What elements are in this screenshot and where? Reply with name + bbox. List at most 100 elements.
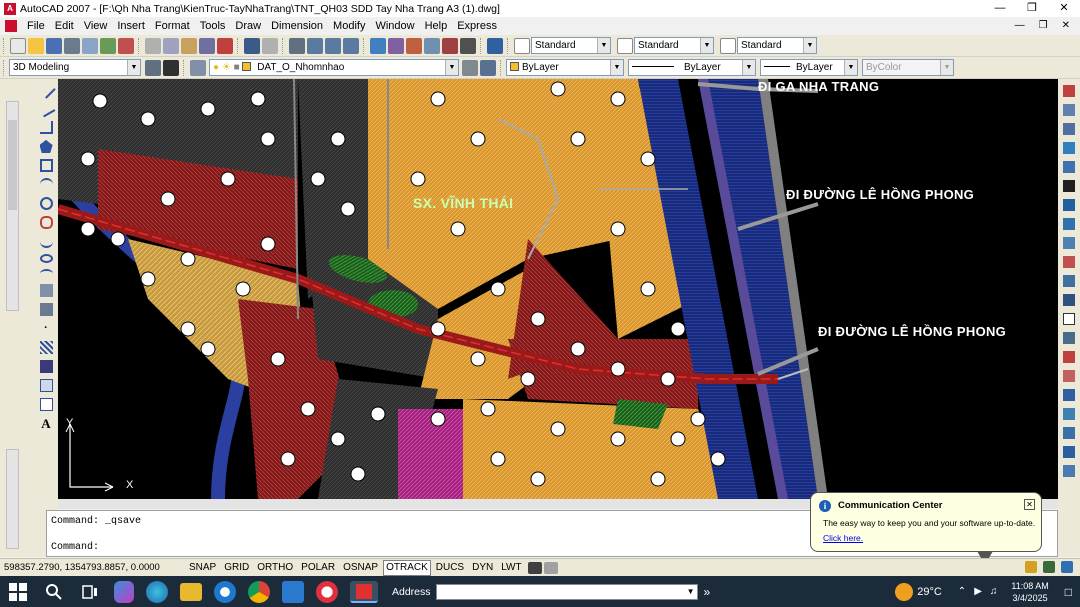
plot-preview-icon[interactable] [82,37,98,54]
chrome-icon[interactable] [248,580,270,603]
menu-format[interactable]: Format [150,17,195,35]
restore-button[interactable]: ❐ [1016,0,1048,17]
layer-previous-icon[interactable] [480,59,496,76]
doc-close-button[interactable]: ✕ [1062,17,1070,35]
left-vertical-scrollbar[interactable] [6,101,19,311]
pan-icon[interactable] [289,37,305,54]
autocad-taskbar-button[interactable] [350,580,378,603]
menu-file[interactable]: File [22,17,50,35]
rotate-icon[interactable] [1063,199,1075,211]
weather-temp[interactable]: 29°C [917,586,942,598]
internet-explorer-icon[interactable] [214,580,236,603]
document-icon[interactable] [5,20,17,32]
stretch-icon[interactable] [1063,237,1075,249]
toolbar-grip[interactable] [3,37,6,54]
zoom-realtime-icon[interactable] [307,37,323,54]
table-icon[interactable] [39,398,53,411]
block-editor-icon[interactable] [217,37,233,54]
otrack-toggle[interactable]: OTRACK [383,559,431,576]
design-center-icon[interactable] [388,37,404,54]
menu-insert[interactable]: Insert [112,17,150,35]
annotation-le-hong-phong-2[interactable]: ĐI ĐƯỜNG LÊ HỒNG PHONG [818,324,1006,339]
plot-icon[interactable] [64,37,80,54]
comm-center-icon[interactable] [1025,561,1037,573]
polygon-icon[interactable] [39,140,53,153]
multiline-text-icon[interactable]: A [40,417,53,430]
doc-minimize-button[interactable]: — [1015,17,1025,35]
copy-icon[interactable] [163,37,179,54]
trim-icon[interactable] [1063,256,1075,268]
mirror-icon[interactable] [1063,123,1075,135]
copilot-icon[interactable] [114,580,134,603]
network-icon[interactable]: ▶ [974,586,982,597]
doc-restore-button[interactable]: ❐ [1039,17,1048,35]
layer-select[interactable]: ● ☀ ■ DAT_O_Nhomnhao ▼ [209,59,459,76]
workspace-select[interactable]: 3D Modeling ▼ [9,59,141,76]
linetype-select[interactable]: ByLayer ▼ [628,59,756,76]
address-input[interactable]: ▼ [435,583,698,600]
menu-help[interactable]: Help [420,17,453,35]
menu-draw[interactable]: Draw [230,17,266,35]
save-icon[interactable] [46,37,62,54]
spline-icon[interactable] [39,235,53,248]
notifications-icon[interactable]: □ [1065,585,1072,599]
annotation-le-hong-phong-1[interactable]: ĐI ĐƯỜNG LÊ HỒNG PHONG [786,187,974,202]
cut-icon[interactable] [145,37,161,54]
ellipse-icon[interactable] [39,254,53,263]
insert-block-icon[interactable] [39,284,53,297]
dyn-toggle[interactable]: DYN [469,560,496,576]
redo-icon[interactable] [262,37,278,54]
close-button[interactable]: ✕ [1048,0,1080,17]
taskbar-clock[interactable]: 11:08 AM 3/4/2025 [1011,580,1048,604]
rectangle-icon[interactable] [39,159,53,172]
model-layout-icon[interactable] [527,561,542,574]
menu-modify[interactable]: Modify [328,17,370,35]
join-icon[interactable] [1063,332,1075,344]
file-explorer-icon[interactable] [180,582,202,601]
isolate-icon[interactable] [1063,446,1075,458]
snap-toggle[interactable]: SNAP [186,560,219,576]
table-style-select[interactable]: Standard ▼ [737,37,817,54]
ortho-toggle[interactable]: ORTHO [254,560,296,576]
workspace-settings-icon[interactable] [145,59,161,76]
region-icon[interactable] [39,379,53,392]
arc-icon[interactable] [39,178,53,191]
tool-palettes-icon[interactable] [406,37,422,54]
scroll-thumb[interactable] [8,120,17,210]
dim-style-select[interactable]: Standard ▼ [634,37,714,54]
revision-cloud-icon[interactable] [39,216,53,229]
make-block-icon[interactable] [39,303,53,316]
save-workspace-icon[interactable] [163,59,179,76]
layer-manager-icon[interactable] [190,59,206,76]
osnap-toggle[interactable]: OSNAP [340,560,381,576]
store-icon[interactable] [282,580,304,603]
hatch-icon[interactable] [39,341,53,354]
table-style-icon[interactable] [720,37,736,54]
coordinate-readout[interactable]: 598357.2790, 1354793.8857, 0.0000 [0,562,186,573]
open-icon[interactable] [28,37,44,54]
color-select[interactable]: ByLayer ▼ [506,59,624,76]
polyline-icon[interactable] [39,121,53,134]
annotation-vinh-thai[interactable]: SX. VĨNH THÁI [413,195,513,211]
ellipse-arc-icon[interactable] [39,269,53,278]
volume-icon[interactable]: ♫ [990,586,998,597]
balloon-close-button[interactable]: ✕ [1024,499,1035,510]
point-icon[interactable]: · [40,322,53,335]
gradient-icon[interactable] [39,360,53,373]
menu-express[interactable]: Express [452,17,502,35]
array-icon[interactable] [1063,161,1075,173]
offset-icon[interactable] [1063,142,1075,154]
menu-view[interactable]: View [79,17,113,35]
menu-tools[interactable]: Tools [195,17,231,35]
menu-window[interactable]: Window [370,17,419,35]
scale-icon[interactable] [1063,218,1075,230]
coccoc-icon[interactable] [316,580,338,603]
3d-dwf-icon[interactable] [118,37,134,54]
weather-icon[interactable] [895,582,914,601]
chamfer-icon[interactable] [1063,351,1075,363]
grid-toggle[interactable]: GRID [221,560,252,576]
edge-icon[interactable] [146,580,168,603]
polar-toggle[interactable]: POLAR [298,560,338,576]
circle-icon[interactable] [39,197,53,210]
balloon-click-here-link[interactable]: Click here. [823,533,863,543]
